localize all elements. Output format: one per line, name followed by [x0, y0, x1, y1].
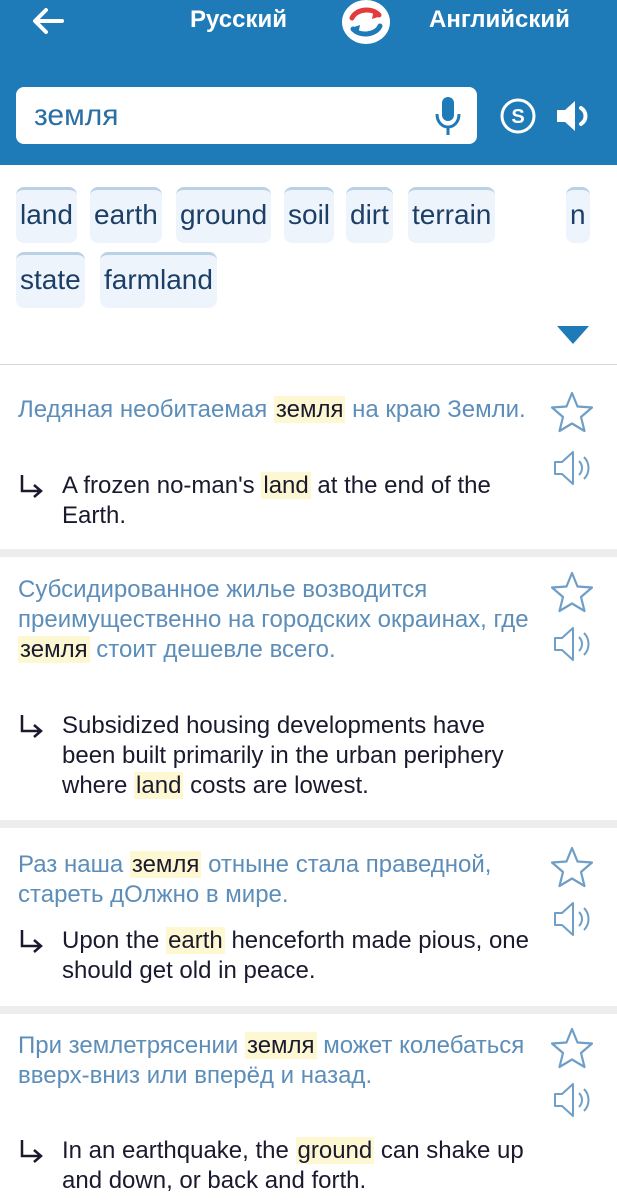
chip-earth[interactable]: earth	[90, 187, 162, 243]
chip-terrain[interactable]: terrain	[408, 187, 496, 243]
translation-arrow-icon	[20, 715, 43, 738]
expand-chevron-icon[interactable]	[556, 325, 590, 345]
search-bar[interactable]: земля	[16, 87, 477, 144]
chip-n[interactable]: n	[566, 187, 590, 243]
chip-soil[interactable]: soil	[284, 187, 335, 243]
chip-ground[interactable]: ground	[176, 187, 272, 243]
swap-languages-button[interactable]	[342, 0, 390, 44]
example-card: Субсидированное жилье возводится преимущ…	[0, 557, 617, 820]
example-translation-text: Subsidized housing developments have bee…	[62, 712, 504, 799]
speaker-icon[interactable]	[554, 96, 596, 136]
highlighted-word: земля	[244, 1032, 317, 1059]
play-audio-icon[interactable]	[551, 448, 595, 488]
example-source-text: При землетрясении земля может колебаться…	[18, 1032, 525, 1089]
play-audio-icon[interactable]	[551, 1080, 595, 1120]
swap-icon	[349, 7, 383, 37]
divider	[0, 1006, 617, 1014]
search-input[interactable]: земля	[34, 100, 118, 132]
chip-state[interactable]: state	[16, 252, 85, 308]
target-language-button[interactable]: Английский	[429, 6, 570, 34]
highlighted-word: earth	[166, 927, 225, 954]
chip-farmland[interactable]: farmland	[100, 252, 217, 308]
favorite-star-icon[interactable]	[549, 1026, 595, 1070]
play-audio-icon[interactable]	[551, 624, 595, 664]
example-source-text: Субсидированное жилье возводится преимущ…	[18, 576, 529, 663]
chip-land[interactable]: land	[16, 187, 77, 243]
favorite-star-icon[interactable]	[549, 390, 595, 434]
highlighted-word: земля	[18, 636, 90, 663]
source-language-button[interactable]: Русский	[190, 6, 287, 34]
translation-arrow-icon	[20, 475, 43, 498]
translation-arrow-icon	[20, 1140, 43, 1163]
chip-dirt[interactable]: dirt	[346, 187, 393, 243]
microphone-icon[interactable]	[433, 95, 463, 137]
highlighted-word: land	[134, 772, 184, 799]
highlighted-word: land	[261, 472, 311, 499]
highlighted-word: ground	[295, 1137, 375, 1164]
back-arrow-icon[interactable]	[28, 4, 68, 38]
example-card: При землетрясении земля может колебаться…	[0, 1014, 617, 1200]
divider	[0, 549, 617, 557]
example-source-text: Ледяная необитаемая земля на краю Земли.	[18, 396, 526, 423]
example-translation-text: A frozen no-man's land at the end of the…	[62, 472, 491, 529]
example-card: Ледяная необитаемая земля на краю Земли.…	[0, 366, 617, 549]
divider	[0, 820, 617, 828]
play-audio-icon[interactable]	[551, 899, 595, 939]
highlighted-word: земля	[273, 396, 346, 423]
favorite-star-icon[interactable]	[549, 570, 595, 614]
translation-chips: land earth ground soil dirt terrain n st…	[0, 165, 617, 365]
highlighted-word: земля	[129, 851, 202, 878]
example-source-text: Раз наша земля отныне стала праведной, с…	[18, 851, 492, 908]
s-icon[interactable]: S	[499, 97, 537, 135]
example-card: Раз наша земля отныне стала праведной, с…	[0, 828, 617, 1006]
translation-arrow-icon	[20, 930, 43, 953]
example-translation-text: Upon the earth henceforth made pious, on…	[62, 927, 529, 984]
app-header: Русский Английский земля S	[0, 0, 617, 165]
example-translation-text: In an earthquake, the ground can shake u…	[62, 1137, 524, 1194]
favorite-star-icon[interactable]	[549, 845, 595, 889]
svg-text:S: S	[511, 106, 524, 128]
